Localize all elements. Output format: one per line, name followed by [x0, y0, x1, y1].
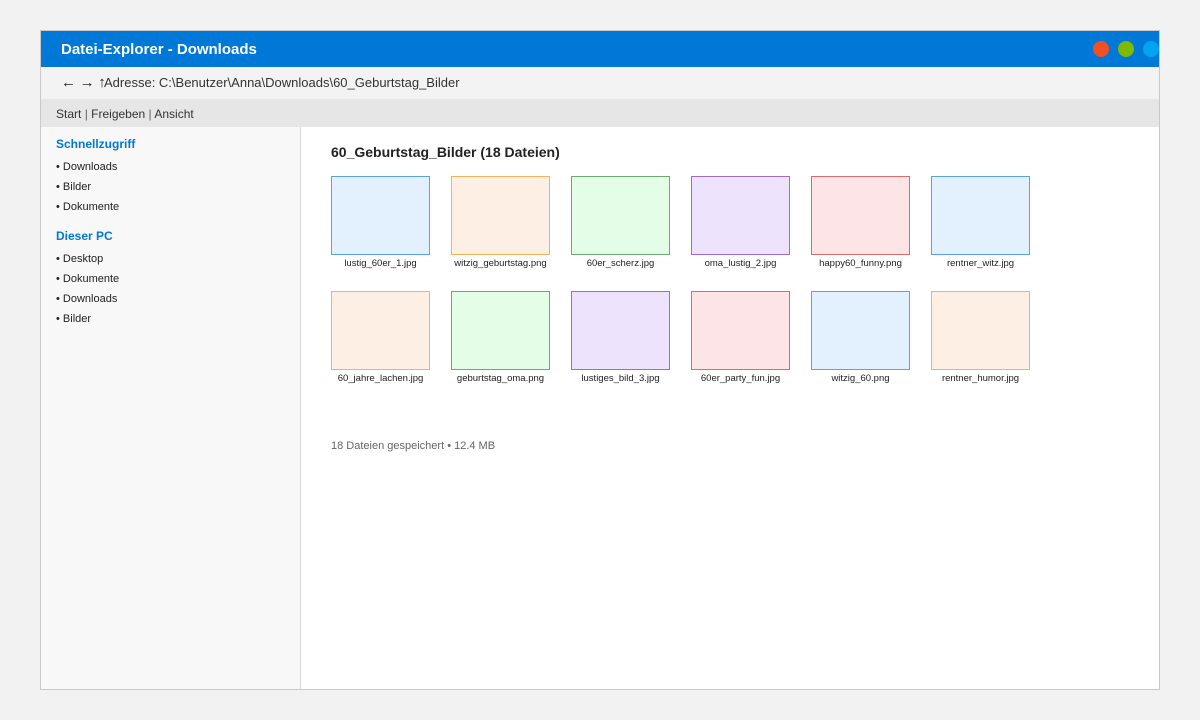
file-item[interactable]: lustiges_bild_3.jpg	[571, 291, 691, 391]
image-thumbnail-icon	[931, 176, 1030, 255]
window-title: Datei-Explorer - Downloads	[61, 41, 257, 58]
quick-access-heading: Schnellzugriff	[56, 137, 136, 151]
sidebar-item-pc-bilder[interactable]: • Bilder	[56, 313, 91, 325]
ribbon-separator: |	[84, 107, 88, 121]
image-thumbnail-icon	[571, 291, 670, 370]
file-name: oma_lustig_2.jpg	[704, 258, 777, 269]
file-item[interactable]: 60_jahre_lachen.jpg	[331, 291, 451, 391]
address-field[interactable]: Adresse: C:\Benutzer\Anna\Downloads\60_G…	[104, 67, 460, 99]
file-name: geburtstag_oma.png	[456, 373, 545, 384]
file-item[interactable]: geburtstag_oma.png	[451, 291, 571, 391]
folder-title: 60_Geburtstag_Bilder (18 Dateien)	[331, 144, 560, 160]
file-name: rentner_witz.jpg	[946, 258, 1015, 269]
file-item[interactable]: rentner_witz.jpg	[931, 176, 1051, 276]
sidebar-item-dokumente[interactable]: • Dokumente	[56, 201, 119, 213]
minimize-button[interactable]	[1143, 41, 1159, 57]
file-item[interactable]: happy60_funny.png	[811, 176, 931, 276]
file-item[interactable]: lustig_60er_1.jpg	[331, 176, 451, 276]
file-name: 60er_scherz.jpg	[586, 258, 655, 269]
file-explorer-window: Datei-Explorer - Downloads ← → ↑ Adresse…	[40, 30, 1160, 690]
file-item[interactable]: 60er_party_fun.jpg	[691, 291, 811, 391]
image-thumbnail-icon	[571, 176, 670, 255]
tab-freigeben[interactable]: Freigeben	[91, 107, 145, 121]
image-thumbnail-icon	[451, 176, 550, 255]
file-name: 60_jahre_lachen.jpg	[337, 373, 424, 384]
file-name: 60er_party_fun.jpg	[700, 373, 781, 384]
ribbon-separator: |	[148, 107, 152, 121]
file-name: rentner_humor.jpg	[941, 373, 1020, 384]
navigation-sidebar: Schnellzugriff • Downloads • Bilder • Do…	[41, 127, 301, 689]
file-name: happy60_funny.png	[819, 258, 902, 269]
file-item[interactable]: 60er_scherz.jpg	[571, 176, 691, 276]
file-name: witzig_60.png	[831, 373, 890, 384]
sidebar-item-pc-dokumente[interactable]: • Dokumente	[56, 273, 119, 285]
maximize-button[interactable]	[1118, 41, 1134, 57]
image-thumbnail-icon	[451, 291, 550, 370]
file-item[interactable]: rentner_humor.jpg	[931, 291, 1051, 391]
image-thumbnail-icon	[811, 291, 910, 370]
file-name: witzig_geburtstag.png	[454, 258, 547, 269]
sidebar-item-downloads[interactable]: • Downloads	[56, 161, 117, 173]
tab-ansicht[interactable]: Ansicht	[154, 107, 193, 121]
file-item[interactable]: witzig_geburtstag.png	[451, 176, 571, 276]
this-pc-heading: Dieser PC	[56, 229, 113, 243]
image-thumbnail-icon	[331, 291, 430, 370]
title-bar: Datei-Explorer - Downloads	[41, 31, 1159, 67]
image-thumbnail-icon	[691, 291, 790, 370]
forward-arrow-icon[interactable]: →	[80, 74, 95, 91]
file-name: lustig_60er_1.jpg	[344, 258, 417, 269]
image-thumbnail-icon	[691, 176, 790, 255]
file-item[interactable]: oma_lustig_2.jpg	[691, 176, 811, 276]
address-bar: ← → ↑ Adresse: C:\Benutzer\Anna\Download…	[41, 67, 1159, 99]
ribbon-menu: Start | Freigeben | Ansicht	[41, 99, 1159, 127]
image-thumbnail-icon	[931, 291, 1030, 370]
image-thumbnail-icon	[811, 176, 910, 255]
status-text: 18 Dateien gespeichert • 12.4 MB	[331, 440, 496, 452]
sidebar-item-bilder[interactable]: • Bilder	[56, 181, 91, 193]
image-thumbnail-icon	[331, 176, 430, 255]
close-button[interactable]	[1093, 41, 1109, 57]
file-name: lustiges_bild_3.jpg	[581, 373, 660, 384]
sidebar-item-pc-downloads[interactable]: • Downloads	[56, 293, 117, 305]
tab-start[interactable]: Start	[56, 107, 81, 121]
file-content-area: 60_Geburtstag_Bilder (18 Dateien) lustig…	[301, 127, 1159, 689]
sidebar-item-desktop[interactable]: • Desktop	[56, 253, 103, 265]
file-item[interactable]: witzig_60.png	[811, 291, 931, 391]
nav-buttons: ← → ↑	[61, 67, 106, 99]
back-arrow-icon[interactable]: ←	[61, 74, 76, 91]
